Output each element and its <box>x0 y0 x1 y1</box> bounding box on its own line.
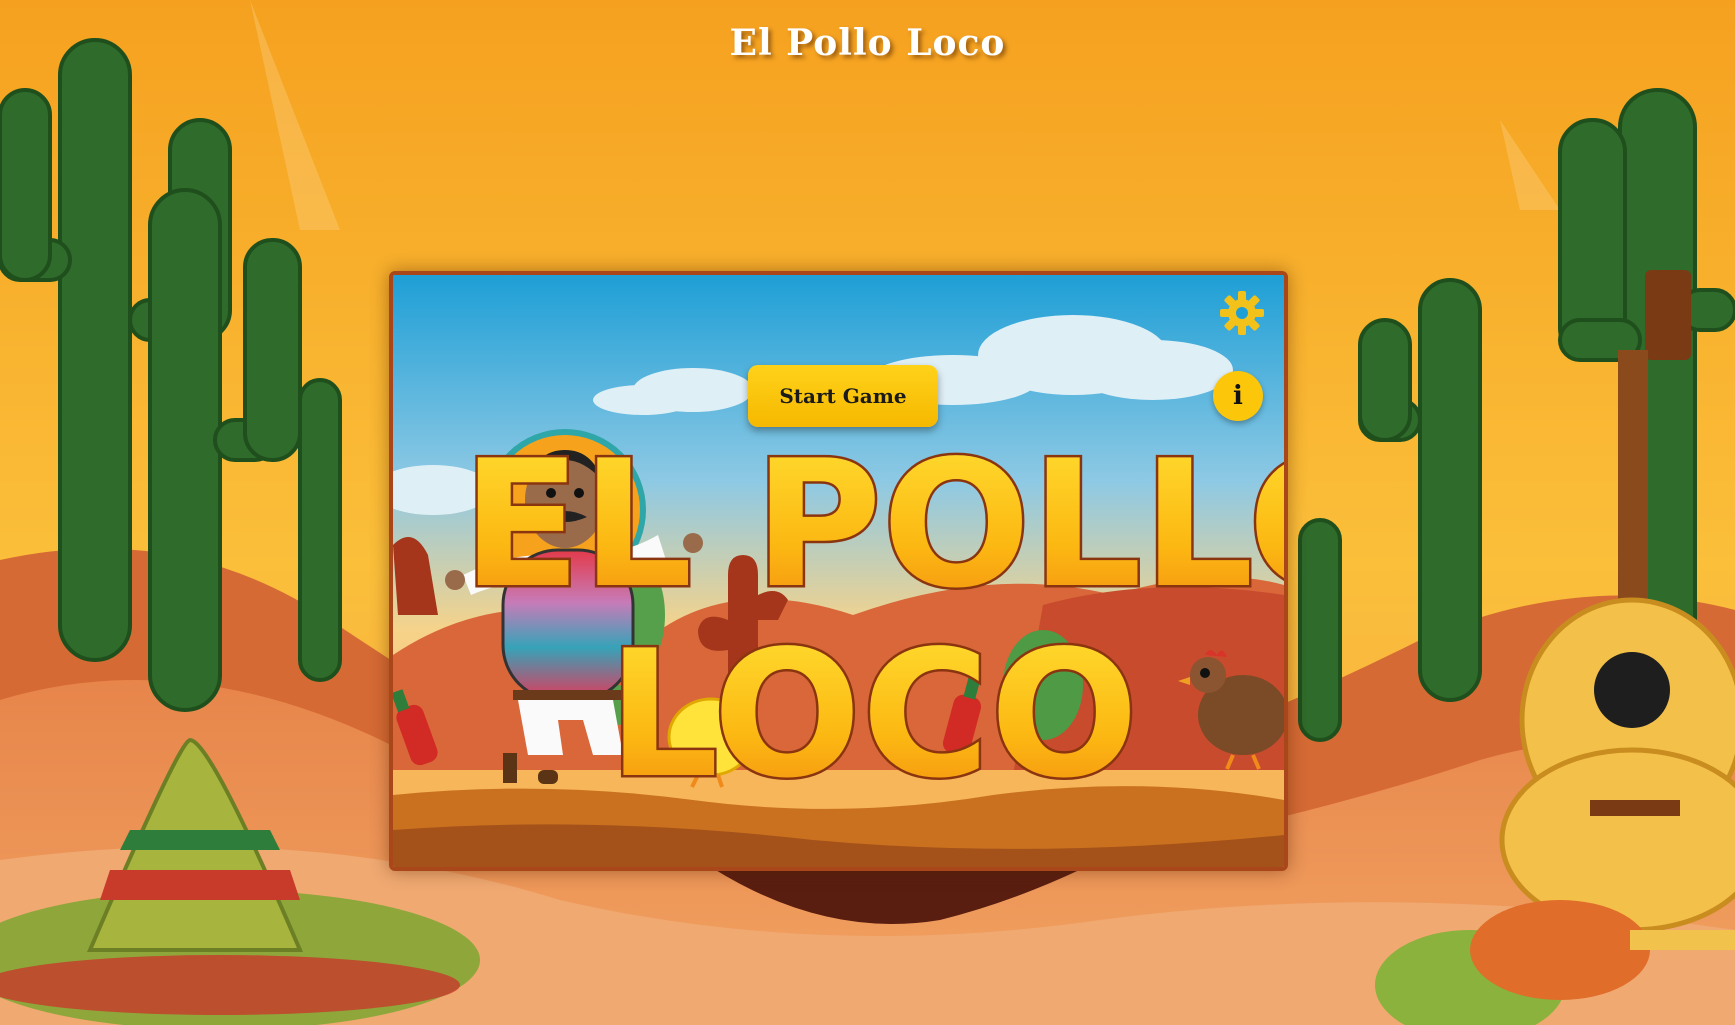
info-button[interactable]: i <box>1213 371 1263 421</box>
game-start-screen: EL POLLO LOCO <box>393 275 1284 867</box>
gear-icon <box>1220 291 1264 335</box>
game-canvas[interactable]: EL POLLO LOCO Start Game i <box>389 271 1288 871</box>
start-game-button[interactable]: Start Game <box>748 365 938 427</box>
game-logo-line2: LOCO <box>607 614 1138 817</box>
game-logo-line1: EL POLLO <box>462 424 1284 627</box>
page-title: El Pollo Loco <box>729 22 1006 64</box>
settings-button[interactable] <box>1218 289 1266 337</box>
